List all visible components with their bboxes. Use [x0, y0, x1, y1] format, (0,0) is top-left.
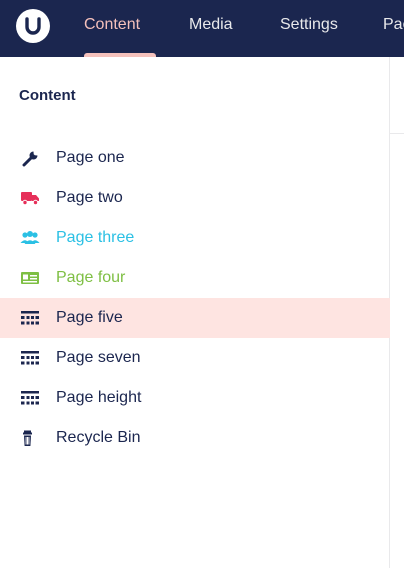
top-navigation-bar: Content Media Settings Pac: [0, 0, 404, 57]
tree-item-page-two[interactable]: Page two: [0, 178, 390, 218]
divider: [390, 133, 404, 134]
tree-item-page-four[interactable]: Page four: [0, 258, 390, 298]
grid-icon: [20, 309, 40, 327]
section-tab-media[interactable]: Media: [189, 0, 233, 57]
tree-item-label: Page three: [56, 229, 135, 246]
section-tab-label: Pac: [383, 16, 404, 33]
tree-item-label: Page two: [56, 189, 123, 206]
tree-item-label: Page seven: [56, 349, 141, 366]
tree-item-label: Page height: [56, 389, 142, 406]
tree-item-recycle-bin[interactable]: Recycle Bin: [0, 418, 390, 458]
wrench-icon: [20, 149, 40, 167]
tree-heading[interactable]: Content: [19, 87, 76, 104]
grid-icon: [20, 389, 40, 407]
grid-icon: [20, 349, 40, 367]
content-tree: Page one Page two Page three Page four P…: [0, 138, 390, 458]
section-tab-settings[interactable]: Settings: [280, 0, 338, 57]
tree-item-label: Page four: [56, 269, 126, 286]
id-card-icon: [20, 269, 40, 287]
editor-area-edge: [390, 57, 404, 568]
section-tab-packages[interactable]: Pac: [383, 0, 404, 57]
tree-item-label: Page one: [56, 149, 125, 166]
tree-item-page-height[interactable]: Page height: [0, 378, 390, 418]
tree-item-page-one[interactable]: Page one: [0, 138, 390, 178]
trash-icon: [20, 429, 40, 447]
content-tree-panel: Content Page one Page two Page three Pag…: [0, 57, 390, 568]
section-tab-label: Content: [84, 16, 141, 33]
tree-item-label: Recycle Bin: [56, 429, 141, 446]
users-icon: [20, 229, 40, 247]
section-tab-label: Settings: [280, 16, 338, 33]
tree-item-page-five[interactable]: Page five: [0, 298, 390, 338]
umbraco-logo-icon[interactable]: [16, 9, 50, 43]
tree-item-page-seven[interactable]: Page seven: [0, 338, 390, 378]
section-tab-label: Media: [189, 16, 233, 33]
truck-icon: [20, 189, 40, 207]
tree-item-page-three[interactable]: Page three: [0, 218, 390, 258]
section-tab-content[interactable]: Content: [84, 0, 156, 57]
tree-item-label: Page five: [56, 309, 123, 326]
